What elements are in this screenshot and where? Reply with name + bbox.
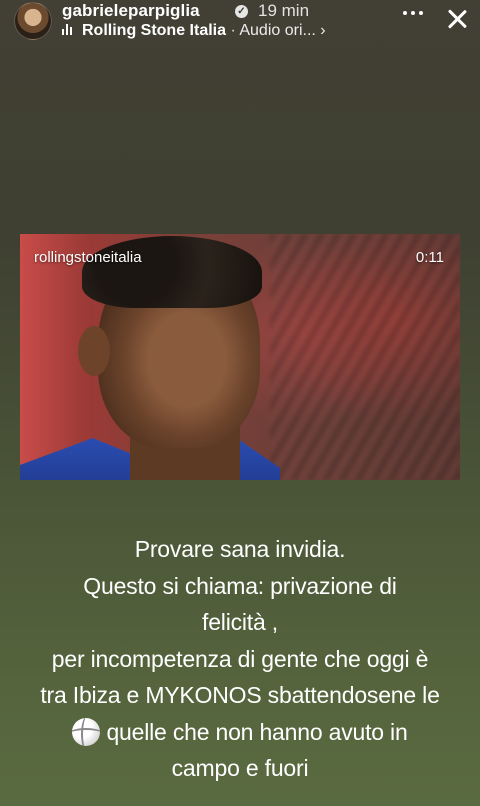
- volleyball-icon: [72, 717, 101, 746]
- username[interactable]: gabrieleparpiglia: [62, 1, 200, 21]
- video-background-crowd: [270, 234, 460, 480]
- avatar[interactable]: [14, 2, 52, 40]
- caption-line: Questo si chiama: privazione di: [83, 572, 397, 599]
- story-header: gabrieleparpiglia ✓ 19 min Rolling Stone…: [0, 0, 480, 46]
- audio-bars-icon: [62, 23, 74, 35]
- caption-line-with-emoji: quelle che non hanno avuto in: [0, 714, 480, 751]
- verified-badge-icon: ✓: [235, 5, 248, 18]
- caption-line: felicità ,: [202, 609, 278, 635]
- audio-attribution[interactable]: Rolling Stone Italia · Audio ori... ›: [62, 22, 326, 40]
- story-caption: Provare sana invidia. Questo si chiama: …: [0, 531, 480, 787]
- audio-label: Audio ori... ›: [239, 22, 326, 39]
- caption-line: campo e fuori: [171, 755, 309, 781]
- story-timestamp: 19 min: [258, 1, 310, 20]
- video-duration: 0:11: [415, 249, 444, 266]
- embedded-video[interactable]: rollingstoneitalia 0:11: [20, 234, 460, 480]
- audio-separator: ·: [226, 22, 240, 39]
- caption-line: Provare sana invidia.: [134, 536, 346, 562]
- video-source-handle: rollingstoneitalia: [34, 249, 142, 266]
- audio-artist: Rolling Stone Italia: [82, 22, 227, 39]
- player-hair: [82, 236, 262, 308]
- caption-line: tra Ibiza e MYKONOS sbattendosene le: [40, 682, 440, 708]
- caption-line-text: quelle che non hanno avuto in: [106, 718, 408, 745]
- player-ear: [78, 326, 110, 376]
- caption-line: per incompetenza di gente che oggi è: [51, 645, 429, 672]
- close-icon[interactable]: [445, 7, 469, 31]
- more-options-icon[interactable]: [403, 8, 423, 18]
